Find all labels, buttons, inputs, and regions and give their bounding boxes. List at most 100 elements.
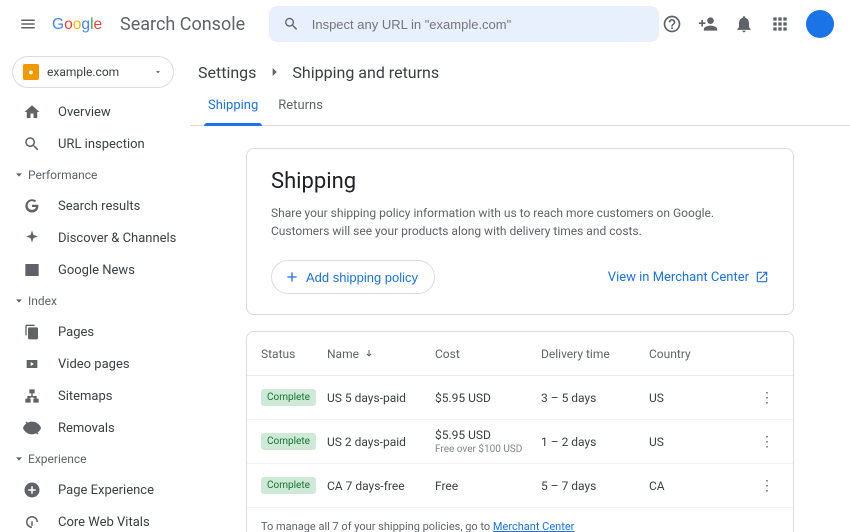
app-title: Search Console <box>120 14 245 35</box>
shipping-card: Shipping Share your shipping policy info… <box>246 148 794 315</box>
cell-delivery: 5 – 7 days <box>541 479 649 493</box>
property-selector[interactable]: ● example.com <box>12 56 174 88</box>
sidebar: ● example.com Overview URL inspection Pe… <box>0 48 190 532</box>
account-avatar[interactable] <box>806 10 834 38</box>
sidebar-item-cwv[interactable]: Core Web Vitals <box>0 506 182 532</box>
external-link-icon <box>755 270 769 284</box>
sidebar-item-label: Core Web Vitals <box>58 515 150 530</box>
chevron-down-icon <box>14 170 24 180</box>
shipping-policies-table: Status Name Cost Delivery time Country C… <box>246 331 794 532</box>
chevron-right-icon <box>266 64 282 80</box>
google-logo-icon: Google <box>52 13 116 35</box>
sidebar-item-page-experience[interactable]: Page Experience <box>0 474 182 506</box>
g-logo-icon <box>22 196 42 216</box>
sidebar-item-label: Discover & Channels <box>58 231 176 246</box>
cell-cost: $5.95 USD Free over $100 USD <box>435 428 541 455</box>
table-row[interactable]: Complete CA 7 days-free Free 5 – 7 days … <box>247 464 793 508</box>
merchant-center-link[interactable]: Merchant Center <box>493 520 575 532</box>
menu-icon[interactable] <box>16 12 40 36</box>
sidebar-section-label: Performance <box>28 168 97 182</box>
sidebar-item-label: Overview <box>58 105 111 120</box>
sitemap-icon <box>22 386 42 406</box>
button-label: Add shipping policy <box>306 270 418 285</box>
sidebar-item-label: Search results <box>58 199 140 214</box>
breadcrumb-current: Shipping and returns <box>292 63 439 82</box>
sidebar-item-discover[interactable]: Discover & Channels <box>0 222 182 254</box>
help-icon[interactable] <box>662 14 682 34</box>
table-row[interactable]: Complete US 2 days-paid $5.95 USD Free o… <box>247 420 793 464</box>
sidebar-item-url-inspection[interactable]: URL inspection <box>0 128 182 160</box>
apps-icon[interactable] <box>770 14 790 34</box>
vitals-icon <box>22 512 42 532</box>
sidebar-item-pages[interactable]: Pages <box>0 316 182 348</box>
sidebar-section-performance[interactable]: Performance <box>0 160 182 190</box>
pages-icon <box>22 322 42 342</box>
sidebar-section-experience[interactable]: Experience <box>0 444 182 474</box>
add-shipping-policy-button[interactable]: Add shipping policy <box>271 260 435 294</box>
discover-icon <box>22 228 42 248</box>
chevron-down-icon <box>14 454 24 464</box>
tab-shipping[interactable]: Shipping <box>198 88 268 125</box>
search-icon <box>22 134 42 154</box>
th-country[interactable]: Country <box>649 347 755 361</box>
row-menu-icon[interactable]: ⋮ <box>755 434 779 450</box>
news-icon <box>22 260 42 280</box>
chevron-down-icon <box>153 67 163 77</box>
sidebar-item-label: Removals <box>58 421 115 436</box>
cell-cost: Free <box>435 479 541 493</box>
cell-name: US 5 days-paid <box>327 391 435 405</box>
card-description: Share your shipping policy information w… <box>271 204 769 240</box>
svg-text:Google: Google <box>52 16 102 33</box>
row-menu-icon[interactable]: ⋮ <box>755 478 779 494</box>
sidebar-item-label: URL inspection <box>58 137 145 152</box>
search-input[interactable] <box>312 17 645 32</box>
plus-icon <box>284 269 300 285</box>
sidebar-item-label: Sitemaps <box>58 389 113 404</box>
status-badge: Complete <box>261 477 316 494</box>
cell-country: CA <box>649 479 755 493</box>
cell-name: CA 7 days-free <box>327 479 435 493</box>
sidebar-item-removals[interactable]: Removals <box>0 412 182 444</box>
breadcrumb-parent[interactable]: Settings <box>198 63 256 82</box>
row-menu-icon[interactable]: ⋮ <box>755 390 779 406</box>
breadcrumb: Settings Shipping and returns <box>190 48 850 84</box>
sidebar-item-video-pages[interactable]: Video pages <box>0 348 182 380</box>
th-status[interactable]: Status <box>261 347 327 361</box>
search-icon <box>283 15 300 33</box>
sidebar-item-search-results[interactable]: Search results <box>0 190 182 222</box>
tab-returns[interactable]: Returns <box>268 88 333 125</box>
table-header: Status Name Cost Delivery time Country <box>247 332 793 376</box>
table-footnote: To manage all 7 of your shipping policie… <box>247 508 793 532</box>
cell-delivery: 3 – 5 days <box>541 391 649 405</box>
chevron-down-icon <box>14 296 24 306</box>
app-logo[interactable]: Google Search Console <box>52 13 245 35</box>
cell-cost: $5.95 USD <box>435 391 541 405</box>
home-icon <box>22 102 42 122</box>
view-in-merchant-center-link[interactable]: View in Merchant Center <box>608 270 769 285</box>
cell-delivery: 1 – 2 days <box>541 435 649 449</box>
users-icon[interactable] <box>698 14 718 34</box>
video-icon <box>22 354 42 374</box>
sidebar-section-label: Index <box>28 294 57 308</box>
th-name[interactable]: Name <box>327 347 435 361</box>
th-delivery[interactable]: Delivery time <box>541 347 649 361</box>
url-inspect-search[interactable] <box>269 6 659 42</box>
sort-down-icon <box>363 348 375 360</box>
notifications-icon[interactable] <box>734 14 754 34</box>
status-badge: Complete <box>261 433 316 450</box>
th-cost[interactable]: Cost <box>435 347 541 361</box>
table-row[interactable]: Complete US 5 days-paid $5.95 USD 3 – 5 … <box>247 376 793 420</box>
sidebar-item-label: Page Experience <box>58 483 154 498</box>
sidebar-item-sitemaps[interactable]: Sitemaps <box>0 380 182 412</box>
cell-name: US 2 days-paid <box>327 435 435 449</box>
sidebar-item-label: Video pages <box>58 357 130 372</box>
app-header: Google Search Console <box>0 0 850 48</box>
tabs: Shipping Returns <box>190 88 850 126</box>
sidebar-item-overview[interactable]: Overview <box>0 96 182 128</box>
sidebar-item-label: Pages <box>58 325 94 340</box>
status-badge: Complete <box>261 389 316 406</box>
property-name: example.com <box>47 65 153 79</box>
property-icon: ● <box>23 64 39 80</box>
sidebar-item-news[interactable]: Google News <box>0 254 182 286</box>
sidebar-section-index[interactable]: Index <box>0 286 182 316</box>
